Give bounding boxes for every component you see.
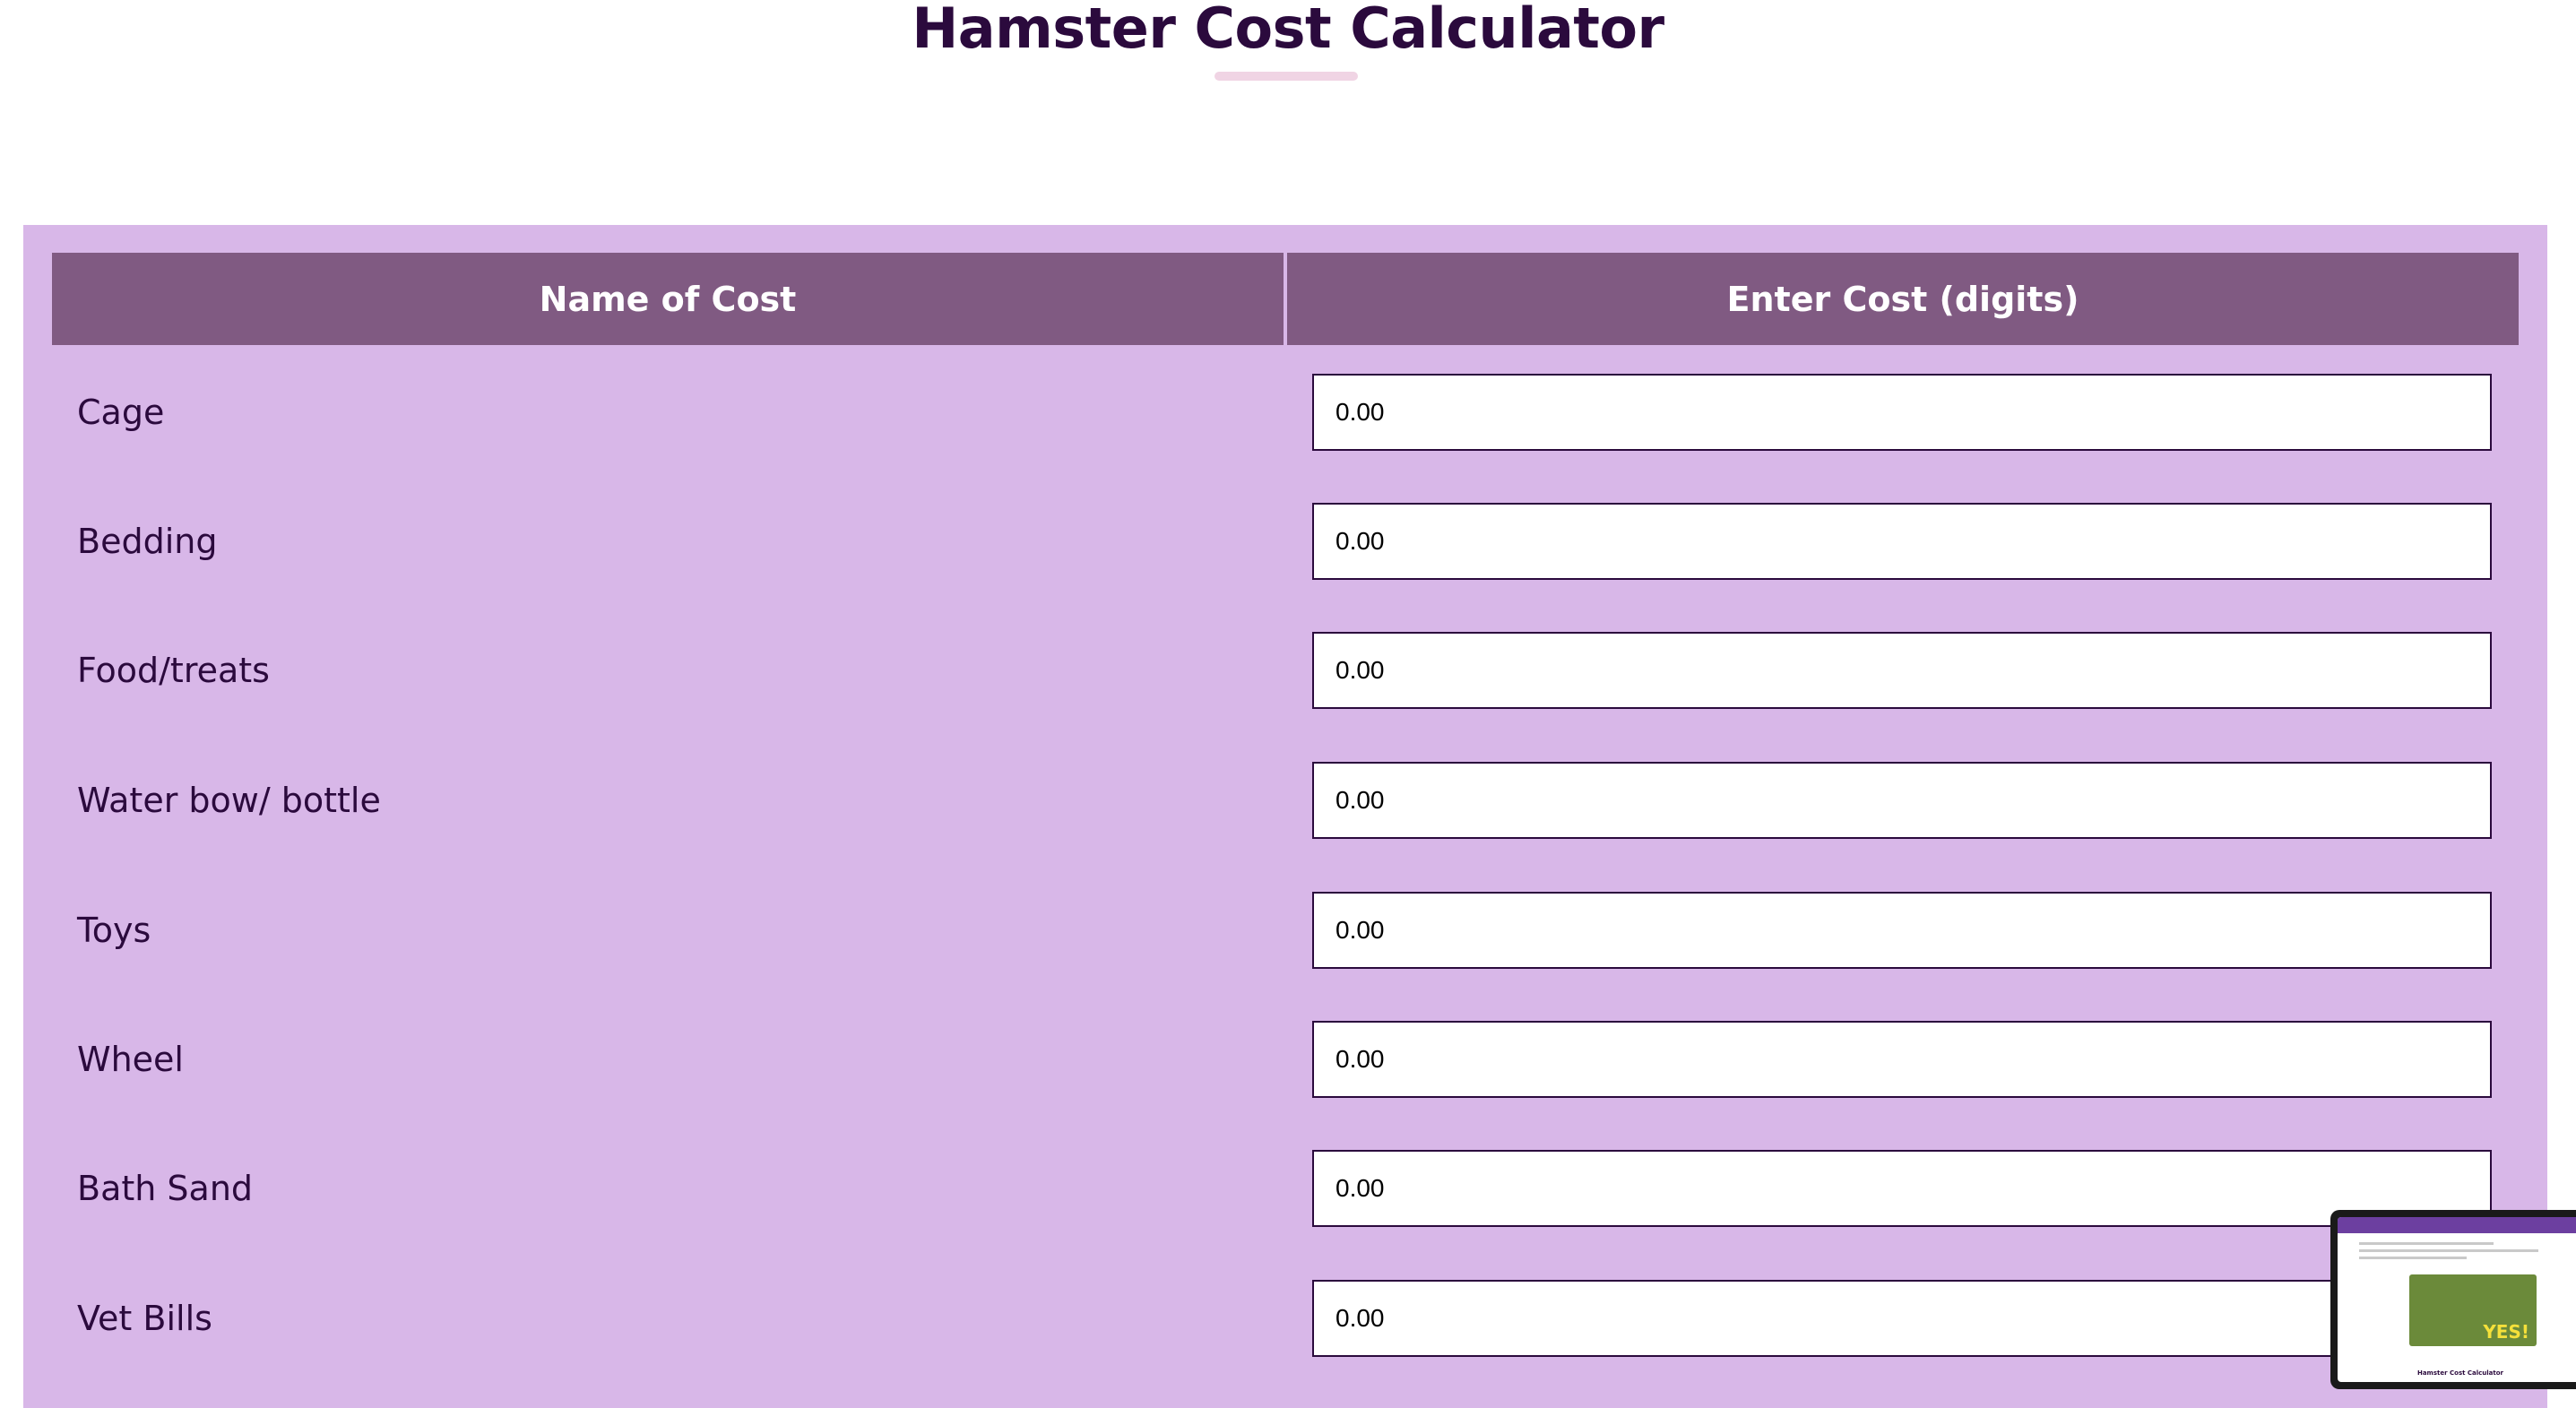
row-label: Food/treats — [77, 651, 270, 690]
thumbnail-image: YES! — [2409, 1274, 2537, 1346]
thumbnail-screen: YES! Hamster Cost Calculator — [2338, 1217, 2576, 1382]
table-row-wheel: Wheel — [52, 1021, 2519, 1098]
wheel-cost-input[interactable] — [1312, 1021, 2492, 1098]
toys-cost-input[interactable] — [1312, 892, 2492, 969]
video-thumbnail[interactable]: YES! Hamster Cost Calculator — [2330, 1210, 2576, 1389]
table-row-toys: Toys — [52, 892, 2519, 969]
column-header-name: Name of Cost — [52, 253, 1284, 345]
cage-cost-input[interactable] — [1312, 374, 2492, 451]
table-header: Name of Cost Enter Cost (digits) — [52, 253, 2519, 345]
table-row-food-treats: Food/treats — [52, 632, 2519, 709]
row-label: Water bow/ bottle — [77, 781, 381, 820]
thumbnail-image-text: YES! — [2483, 1321, 2529, 1343]
table-row-cage: Cage — [52, 374, 2519, 451]
table-row-water-bottle: Water bow/ bottle — [52, 762, 2519, 839]
row-label: Cage — [77, 393, 165, 432]
thumbnail-caption: Hamster Cost Calculator — [2416, 1369, 2504, 1377]
row-label: Vet Bills — [77, 1299, 212, 1338]
table-row-bedding: Bedding — [52, 503, 2519, 580]
table-row-vet-bills: Vet Bills — [52, 1280, 2519, 1357]
row-label: Bedding — [77, 522, 218, 561]
thumbnail-browser-bar — [2338, 1217, 2576, 1233]
page: Hamster Cost Calculator Name of Cost Ent… — [0, 0, 2576, 1408]
cost-table-panel: Name of Cost Enter Cost (digits) Cage Be… — [23, 225, 2547, 1408]
bath-sand-cost-input[interactable] — [1312, 1150, 2492, 1227]
row-label: Toys — [77, 911, 151, 950]
vet-bills-cost-input[interactable] — [1312, 1280, 2492, 1357]
bedding-cost-input[interactable] — [1312, 503, 2492, 580]
water-bottle-cost-input[interactable] — [1312, 762, 2492, 839]
table-row-bath-sand: Bath Sand — [52, 1150, 2519, 1227]
column-header-cost: Enter Cost (digits) — [1287, 253, 2519, 345]
row-label: Wheel — [77, 1040, 184, 1079]
page-title: Hamster Cost Calculator — [912, 0, 1664, 61]
food-treats-cost-input[interactable] — [1312, 632, 2492, 709]
title-underline — [1215, 72, 1358, 81]
row-label: Bath Sand — [77, 1169, 254, 1208]
